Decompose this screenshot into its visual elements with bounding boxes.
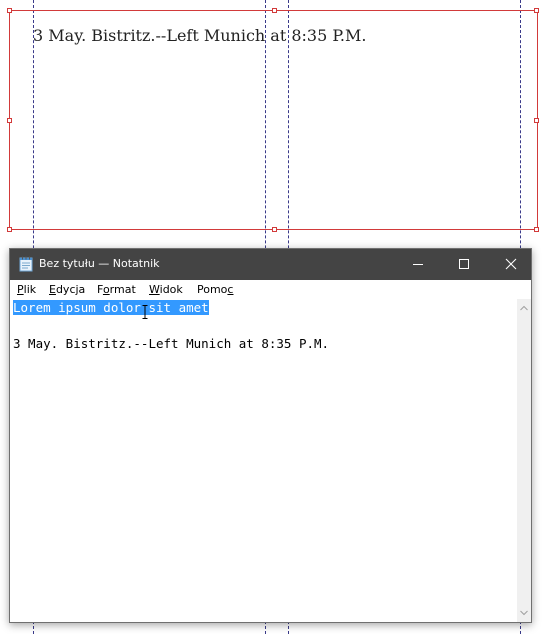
minimize-button[interactable] [398, 249, 438, 280]
resize-handle-top-right[interactable] [534, 8, 539, 13]
scroll-down-icon[interactable] [520, 610, 528, 616]
menu-item-edycja[interactable]: Edycja [49, 283, 85, 296]
desktop-canvas: 3 May. Bistritz.--Left Munich at 8:35 P.… [0, 0, 549, 634]
resize-handle-bottom-right[interactable] [534, 227, 539, 232]
menu-item-label: dycja [55, 283, 86, 296]
close-icon [505, 258, 517, 270]
text-editor[interactable]: Lorem ipsum dolor sit amet 3 May. Bistri… [10, 299, 517, 622]
resize-handle-top-left[interactable] [7, 8, 12, 13]
menu-item-label: rmat [109, 283, 136, 296]
minimize-icon [413, 264, 423, 265]
scroll-up-icon[interactable] [520, 305, 528, 311]
window-title: Bez tytułu — Notatnik [39, 257, 160, 270]
title-bar[interactable]: Bez tytułu — Notatnik [10, 249, 531, 280]
maximize-icon [459, 259, 469, 269]
menu-item-format[interactable]: Format [97, 283, 136, 296]
menu-accelerator: E [49, 283, 56, 296]
resize-handle-bottom-left[interactable] [7, 227, 12, 232]
menu-bar: Plik Edycja Format Widok Pomoc [10, 280, 531, 299]
menu-accelerator: P [17, 283, 24, 296]
menu-item-plik[interactable]: Plik [17, 283, 36, 296]
menu-accelerator: W [149, 283, 160, 296]
resize-handle-top[interactable] [272, 8, 277, 13]
menu-accelerator: c [227, 283, 234, 296]
menu-item-pomoc[interactable]: Pomoc [197, 283, 233, 296]
close-button[interactable] [491, 249, 531, 280]
menu-item-label: Pomo [197, 283, 228, 296]
vertical-scrollbar[interactable] [517, 299, 531, 622]
notepad-icon[interactable] [19, 256, 33, 272]
maximize-button[interactable] [444, 249, 484, 280]
resize-handle-bottom[interactable] [272, 227, 277, 232]
selected-text[interactable]: Lorem ipsum dolor sit amet [13, 300, 209, 315]
editor-line: 3 May. Bistritz.--Left Munich at 8:35 P.… [13, 336, 330, 351]
notepad-window: Bez tytułu — Notatnik Plik Edycja Format… [9, 248, 532, 623]
frame-text: 3 May. Bistritz.--Left Munich at 8:35 P.… [33, 26, 367, 45]
menu-accelerator: o [102, 283, 110, 296]
menu-item-label: lik [23, 283, 37, 296]
text-cursor-icon [142, 305, 148, 319]
resize-handle-right[interactable] [534, 118, 539, 123]
resize-handle-left[interactable] [7, 118, 12, 123]
menu-item-label: idok [159, 283, 183, 296]
menu-item-widok[interactable]: Widok [149, 283, 183, 296]
